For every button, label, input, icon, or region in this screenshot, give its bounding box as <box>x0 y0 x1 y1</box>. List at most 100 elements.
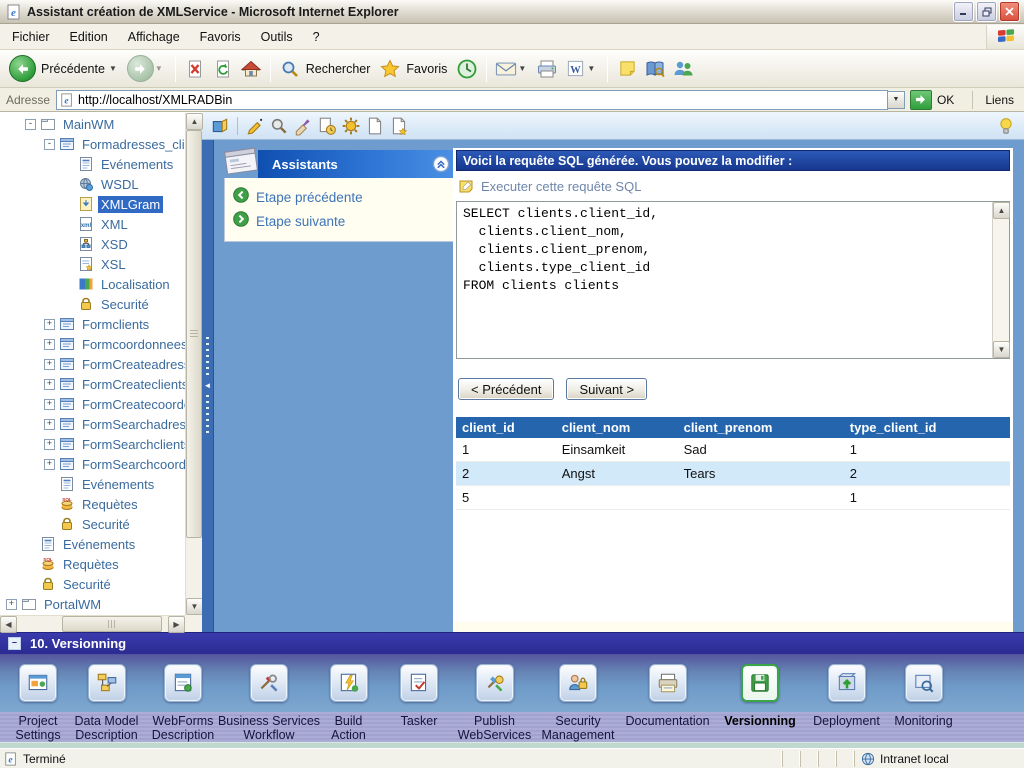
favorites-button[interactable]: Favoris <box>376 56 453 82</box>
blank-page-icon[interactable] <box>365 116 385 136</box>
tree-item[interactable]: Securité <box>0 574 185 594</box>
research-button[interactable] <box>641 56 669 82</box>
expand-node-icon[interactable]: + <box>44 459 55 470</box>
table-row[interactable]: 1EinsamkeitSad1 <box>456 438 1010 462</box>
tree-item-label[interactable]: Evénements <box>60 536 138 553</box>
tree-item-label[interactable]: WSDL <box>98 176 142 193</box>
tree-item[interactable]: WSDL <box>0 174 185 194</box>
webforms-icon[interactable] <box>164 664 202 702</box>
workflow-item[interactable]: Data ModelDescription <box>72 654 141 748</box>
expand-node-icon[interactable]: + <box>44 419 55 430</box>
tree-item[interactable]: +FormSearchcoordo <box>0 454 185 474</box>
tree-item[interactable]: -Formadresses_clie <box>0 134 185 154</box>
forward-button[interactable]: ▼ <box>124 53 170 84</box>
edit-word-button[interactable]: W ▼ <box>561 56 602 82</box>
scroll-left-icon[interactable]: ◀ <box>0 616 17 633</box>
documentation-icon[interactable] <box>649 664 687 702</box>
tree-item-label[interactable]: Securité <box>79 516 133 533</box>
mail-dropdown-icon[interactable]: ▼ <box>518 64 526 73</box>
expand-node-icon[interactable]: + <box>6 599 17 610</box>
tree-item-label[interactable]: XSL <box>98 256 129 273</box>
menu-edition[interactable]: Edition <box>60 26 118 48</box>
address-input[interactable]: e http://localhost/XMLRADBin <box>56 90 888 110</box>
workflow-item[interactable]: Tasker <box>384 654 454 748</box>
tree-item-label[interactable]: Formcoordonnees_ <box>79 336 185 353</box>
tree-item[interactable]: + Formcoordonnees_ <box>0 334 185 354</box>
wizard-step-link[interactable]: Etape précédente <box>233 185 447 209</box>
tree-item[interactable]: SQLRequètes <box>0 554 185 574</box>
minimize-button[interactable] <box>953 1 974 22</box>
expand-node-icon[interactable]: + <box>44 359 55 370</box>
menu-aide[interactable]: ? <box>303 26 330 48</box>
tree-item-label[interactable]: XMLGram <box>98 196 163 213</box>
import-document-icon[interactable] <box>317 116 337 136</box>
expand-node-icon[interactable]: + <box>44 439 55 450</box>
tree-horizontal-scrollbar[interactable]: ◀ ▶ <box>0 615 185 632</box>
tree-item-label[interactable]: Formclients <box>79 316 152 333</box>
workflow-item[interactable]: Deployment <box>806 654 887 748</box>
execute-sql-link[interactable]: Executer cette requête SQL <box>458 173 1010 199</box>
tree-item-label[interactable]: PortalWM <box>41 596 104 613</box>
previous-button[interactable]: < Précédent <box>458 378 554 400</box>
workflow-item[interactable]: ProjectSettings <box>4 654 72 748</box>
security-icon[interactable] <box>559 664 597 702</box>
scrollbar-thumb[interactable] <box>62 616 162 632</box>
process-gear-icon[interactable] <box>341 116 361 136</box>
tree-item[interactable]: +FormCreateclients <box>0 374 185 394</box>
publish-icon[interactable] <box>476 664 514 702</box>
menu-outils[interactable]: Outils <box>251 26 303 48</box>
menu-fichier[interactable]: Fichier <box>2 26 60 48</box>
tree-item-label[interactable]: Securité <box>60 576 114 593</box>
expand-node-icon[interactable]: + <box>44 339 55 350</box>
tree-item[interactable]: + FormCreateadress <box>0 354 185 374</box>
hint-lightbulb-icon[interactable] <box>996 116 1016 136</box>
tree-item-label[interactable]: Evénements <box>79 476 157 493</box>
bottom-panel-header[interactable]: – 10. Versionning <box>0 632 1024 654</box>
workflow-item[interactable]: BuildAction <box>313 654 384 748</box>
close-button[interactable] <box>999 1 1020 22</box>
scroll-up-icon[interactable]: ▲ <box>186 113 203 130</box>
sql-editor[interactable]: SELECT clients.client_id, clients.client… <box>456 201 1010 359</box>
tree-item-label[interactable]: Requètes <box>79 496 141 513</box>
panel-splitter[interactable]: ◄ <box>202 140 214 632</box>
messenger-button[interactable] <box>669 56 697 82</box>
build-action-icon[interactable] <box>330 664 368 702</box>
data-model-icon[interactable] <box>88 664 126 702</box>
tree-item[interactable]: xmlXML <box>0 214 185 234</box>
tree-item[interactable]: + Formclients <box>0 314 185 334</box>
tree-item[interactable]: XSD <box>0 234 185 254</box>
tree-item-label[interactable]: XML <box>98 216 131 233</box>
workflow-item[interactable]: Documentation <box>621 654 714 748</box>
history-button[interactable] <box>453 56 481 82</box>
collapse-node-icon[interactable]: - <box>25 119 36 130</box>
tree-item-label[interactable]: FormSearchclients <box>79 436 185 453</box>
tree-item[interactable]: Securité <box>0 514 185 534</box>
deployment-icon[interactable] <box>828 664 866 702</box>
tree-item-label[interactable]: Formadresses_clie <box>79 136 185 153</box>
workflow-item[interactable]: PublishWebServices <box>454 654 535 748</box>
mail-button[interactable]: ▼ <box>492 56 533 82</box>
tree-item-label[interactable]: Requètes <box>60 556 122 573</box>
workflow-item[interactable]: WebFormsDescription <box>141 654 225 748</box>
tree-item-label[interactable]: FormCreateadress <box>79 356 185 373</box>
scroll-right-icon[interactable]: ▶ <box>168 616 185 633</box>
search-button[interactable]: Rechercher <box>276 56 377 82</box>
versionning-icon[interactable] <box>741 664 779 702</box>
scroll-up-icon[interactable]: ▲ <box>993 202 1010 219</box>
tree-item-label[interactable]: FormSearchadress <box>79 416 185 433</box>
expand-node-icon[interactable]: + <box>44 319 55 330</box>
tree-item[interactable]: +FormCreatecoordo <box>0 394 185 414</box>
preview-magnifier-icon[interactable] <box>269 116 289 136</box>
tree-item-label[interactable]: FormCreateclients <box>79 376 185 393</box>
workflow-item[interactable]: Monitoring <box>887 654 960 748</box>
edit-dropdown-icon[interactable]: ▼ <box>587 64 595 73</box>
new-object-icon[interactable] <box>210 116 230 136</box>
tree-item-label[interactable]: XSD <box>98 236 131 253</box>
table-row[interactable]: 51 <box>456 486 1010 510</box>
next-button[interactable]: Suivant > <box>566 378 647 400</box>
splitter-collapse-icon[interactable]: ◄ <box>204 381 212 391</box>
tree-item[interactable]: + PortalWM <box>0 594 185 614</box>
table-row[interactable]: 2AngstTears2 <box>456 462 1010 486</box>
report-page-icon[interactable] <box>389 116 409 136</box>
restore-button[interactable] <box>976 1 997 22</box>
